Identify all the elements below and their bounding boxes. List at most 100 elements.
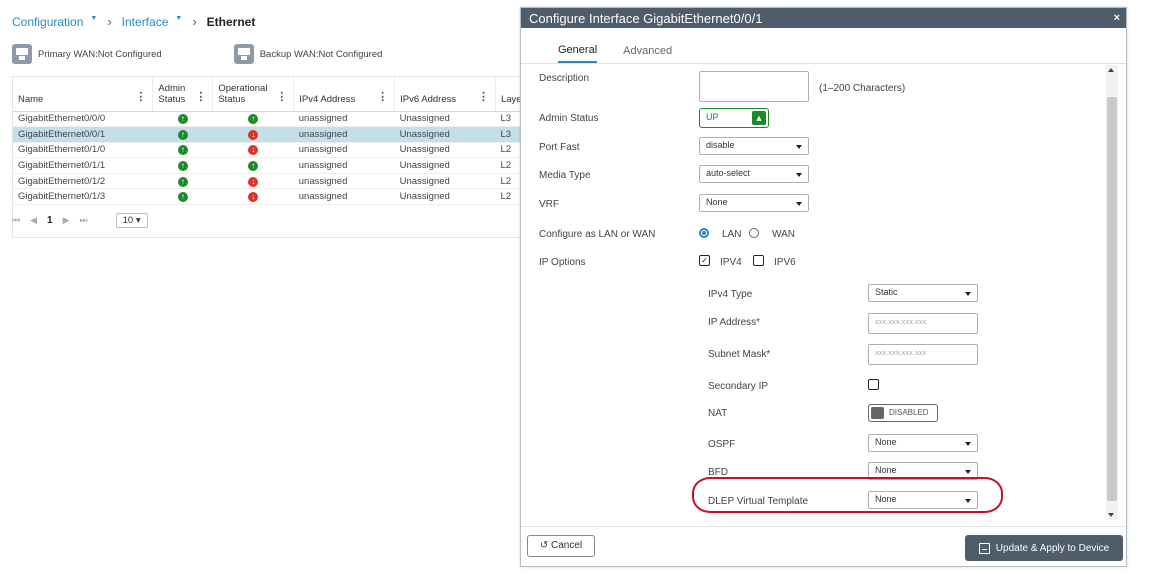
layer-cell: L2 xyxy=(495,142,521,159)
column-header-name[interactable]: Name ⋮ xyxy=(13,77,154,112)
table-row[interactable]: GigabitEthernet0/1/2 ↑ ↓ unassigned Unassign… xyxy=(13,173,521,190)
status-up-icon: ↑ xyxy=(177,176,188,187)
chevron-right-icon: › xyxy=(192,14,197,29)
dialog-tabs: General Advanced xyxy=(521,28,1126,64)
next-page-icon[interactable]: ▶ xyxy=(63,215,70,226)
column-header-layer[interactable]: Laye xyxy=(495,77,521,112)
last-page-icon[interactable]: ⏭ xyxy=(80,215,88,226)
admin-status-cell: ↑ xyxy=(152,111,213,128)
description-hint: (1–200 Characters) xyxy=(819,83,906,94)
arrow-up-icon: ▲ xyxy=(752,111,766,125)
caret-down-icon: ▾ xyxy=(135,215,141,226)
tab-general[interactable]: General xyxy=(558,44,598,63)
status-up-icon: ↑ xyxy=(177,129,188,140)
ipv6-cell: Unassigned xyxy=(394,173,496,190)
column-header-ipv6-address[interactable]: IPv6 Address ⋮ xyxy=(394,77,496,112)
operational-status-cell: ↓ xyxy=(212,188,294,206)
column-header-ipv4-address[interactable]: IPv4 Address ⋮ xyxy=(293,77,396,112)
breadcrumb-current: Ethernet xyxy=(206,14,256,29)
status-down-icon: ↓ xyxy=(248,176,259,187)
lan-radio[interactable] xyxy=(699,228,709,238)
wan-radio[interactable] xyxy=(749,228,759,238)
column-menu-icon[interactable]: ⋮ xyxy=(195,90,206,103)
secondary-ip-checkbox[interactable] xyxy=(868,379,879,390)
table-row[interactable]: GigabitEthernet0/1/3 ↑ ↓ unassigned Unassign… xyxy=(13,188,521,206)
operational-status-cell: ↑ xyxy=(212,157,294,174)
annotation-highlight xyxy=(692,477,1003,513)
ipv4-type-label: IPv4 Type xyxy=(708,289,753,300)
breadcrumb-configuration[interactable]: Configuration xyxy=(12,15,83,29)
scroll-down-icon[interactable] xyxy=(1108,513,1114,517)
vrf-label: VRF xyxy=(539,199,559,210)
table-row[interactable]: GigabitEthernet0/0/0 ↑ ↑ unassigned Unassign… xyxy=(13,111,521,128)
layer-cell: L2 xyxy=(495,157,521,174)
status-up-icon: ↑ xyxy=(248,161,259,172)
table-row[interactable]: GigabitEthernet0/0/1 ↑ ↓ unassigned Unassign… xyxy=(13,126,521,143)
ipv6-label: IPV6 xyxy=(774,257,796,268)
table-row[interactable]: GigabitEthernet0/1/1 ↑ ↑ unassigned Unassign… xyxy=(13,157,521,174)
nat-toggle[interactable]: DISABLED xyxy=(868,404,938,422)
column-menu-icon[interactable]: ⋮ xyxy=(478,90,489,103)
status-up-icon: ↑ xyxy=(177,145,188,156)
backup-wan-status: Backup WAN:Not Configured xyxy=(233,44,382,64)
cancel-button[interactable]: ↺ Cancel xyxy=(527,535,595,557)
ospf-select[interactable]: None xyxy=(868,434,978,452)
primary-wan-label: Primary WAN:Not Configured xyxy=(38,48,162,60)
breadcrumb-interface[interactable]: Interface xyxy=(122,15,169,29)
name-cell: GigabitEthernet0/0/1 xyxy=(13,126,153,143)
router-icon xyxy=(233,44,254,64)
page-size-select[interactable]: 10 ▾ xyxy=(115,213,148,228)
router-icon xyxy=(12,44,32,64)
column-header-admin-status[interactable]: Admin Status ⋮ xyxy=(152,77,214,112)
status-down-icon: ↓ xyxy=(248,192,259,203)
admin-status-cell: ↑ xyxy=(152,157,213,174)
ipv4-cell: unassigned xyxy=(293,157,395,174)
description-input[interactable] xyxy=(699,71,809,102)
ipv4-cell: unassigned xyxy=(293,173,395,190)
page-number[interactable]: 1 xyxy=(47,215,53,226)
name-cell: GigabitEthernet0/1/2 xyxy=(13,173,153,190)
subnet-mask-label: Subnet Mask* xyxy=(708,349,771,360)
column-menu-icon[interactable]: ⋮ xyxy=(377,90,388,103)
close-icon[interactable]: × xyxy=(1114,12,1126,24)
ipv6-cell: Unassigned xyxy=(394,111,496,128)
wan-radio-label: WAN xyxy=(772,229,795,240)
ipv6-checkbox[interactable] xyxy=(753,255,764,266)
first-page-icon[interactable]: ⏮ xyxy=(12,215,20,226)
name-cell: GigabitEthernet0/1/0 xyxy=(13,142,153,159)
scroll-thumb[interactable] xyxy=(1107,97,1117,501)
admin-status-cell: ↑ xyxy=(152,142,213,159)
port-fast-select[interactable]: disable xyxy=(699,137,809,155)
table-row[interactable]: GigabitEthernet0/1/0 ↑ ↓ unassigned Unassign… xyxy=(13,142,521,159)
ipv6-cell: Unassigned xyxy=(394,126,496,143)
lan-radio-label: LAN xyxy=(722,229,742,240)
subnet-mask-input[interactable]: xxx.xxx.xxx.xxx xyxy=(868,344,978,365)
pagination: ⏮ ◀ 1 ▶ ⏭ 10 ▾ xyxy=(12,213,148,228)
operational-status-cell: ↑ xyxy=(212,111,294,128)
scroll-up-icon[interactable] xyxy=(1108,68,1114,72)
update-apply-button[interactable]: Update & Apply to Device xyxy=(965,535,1123,561)
vrf-select[interactable]: None xyxy=(699,194,809,212)
operational-status-cell: ↓ xyxy=(212,173,294,190)
name-cell: GigabitEthernet0/0/0 xyxy=(13,111,153,128)
admin-status-cell: ↑ xyxy=(152,188,213,206)
ip-address-input[interactable]: xxx.xxx.xxx.xxx xyxy=(868,313,978,334)
operational-status-cell: ↓ xyxy=(212,142,294,159)
dialog-scrollbar[interactable] xyxy=(1106,65,1118,520)
name-cell: GigabitEthernet0/1/1 xyxy=(13,157,153,174)
toggle-knob xyxy=(871,407,884,419)
ipv6-cell: Unassigned xyxy=(394,188,496,206)
caret-down-icon[interactable]: ▼ xyxy=(90,15,97,22)
column-header-operational-status[interactable]: Operational Status ⋮ xyxy=(212,77,295,112)
column-menu-icon[interactable]: ⋮ xyxy=(276,90,287,103)
caret-down-icon[interactable]: ▼ xyxy=(175,15,182,22)
column-menu-icon[interactable]: ⋮ xyxy=(135,90,146,103)
ipv4-cell: unassigned xyxy=(293,142,395,159)
ipv4-cell: unassigned xyxy=(293,188,395,206)
admin-status-toggle[interactable]: UP ▲ xyxy=(699,108,769,128)
ipv4-type-select[interactable]: Static xyxy=(868,284,978,302)
ipv4-checkbox[interactable]: ✓ xyxy=(699,255,710,266)
media-type-select[interactable]: auto-select xyxy=(699,165,809,183)
prev-page-icon[interactable]: ◀ xyxy=(30,215,37,226)
tab-advanced[interactable]: Advanced xyxy=(623,45,672,63)
